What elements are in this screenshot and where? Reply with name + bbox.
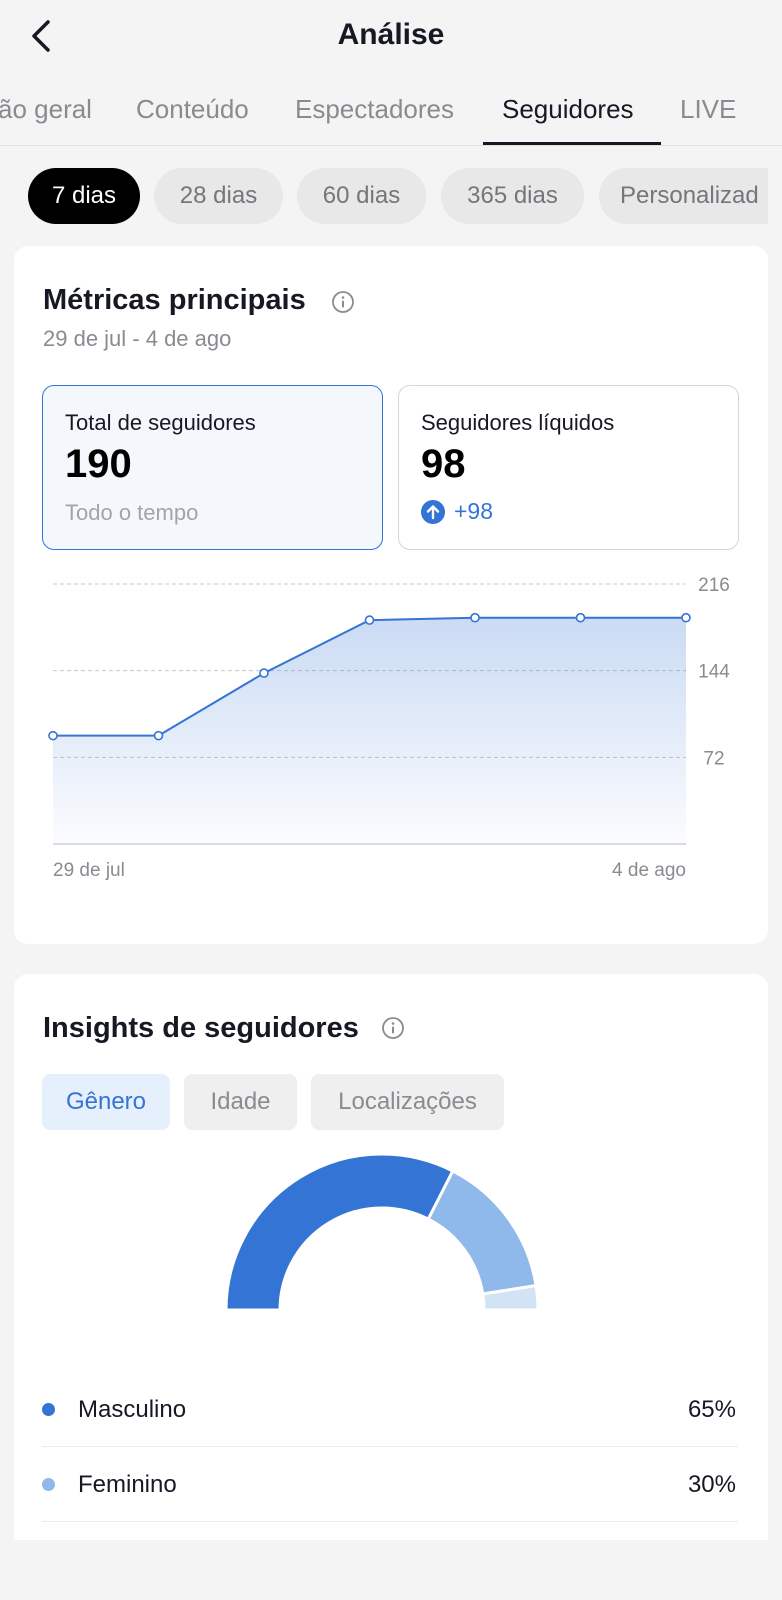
period-28-days[interactable]: 28 dias	[154, 168, 283, 224]
data-point	[575, 612, 586, 623]
legend-row-female: Feminino 30%	[42, 1447, 738, 1522]
period-60-days[interactable]: 60 dias	[297, 168, 426, 224]
tab-bar: ão geral Conteúdo Espectadores Seguidore…	[0, 86, 782, 146]
period-custom[interactable]: Personalizad	[599, 168, 768, 224]
net-followers-value: 98	[421, 442, 466, 486]
period-365-days[interactable]: 365 dias	[441, 168, 584, 224]
total-followers-period: Todo o tempo	[65, 500, 199, 525]
x-label-start: 29 de jul	[53, 860, 125, 881]
donut-segment-male	[224, 1152, 455, 1312]
follower-insights-title: Insights de seguidores	[43, 1012, 359, 1044]
key-metrics-card: Métricas principais 29 de jul - 4 de ago…	[14, 246, 768, 944]
total-followers-value: 190	[65, 442, 132, 486]
y-tick-label: 72	[703, 748, 724, 769]
chart-area	[53, 617, 686, 844]
followers-chart: 72 144 216 29 de jul 4 de ago	[48, 576, 730, 881]
tab-age[interactable]: Idade	[184, 1074, 297, 1130]
total-followers-label: Total de seguidores	[65, 410, 256, 435]
legend-row-male: Masculino 65%	[42, 1372, 738, 1447]
total-followers-card[interactable]: Total de seguidores 190 Todo o tempo	[42, 385, 383, 550]
data-point	[48, 730, 58, 741]
period-selector: 7 dias 28 dias 60 dias 365 dias Personal…	[0, 168, 768, 226]
donut-segment-female	[426, 1168, 538, 1296]
info-icon[interactable]	[331, 290, 355, 314]
tab-gender[interactable]: Gênero	[42, 1074, 170, 1130]
data-point	[153, 730, 164, 741]
data-point	[681, 612, 691, 623]
key-metrics-title: Métricas principais	[43, 284, 306, 316]
legend-dot-male	[42, 1403, 55, 1416]
tab-live[interactable]: LIVE	[680, 94, 736, 125]
net-followers-change: +98	[421, 498, 493, 525]
tab-overview[interactable]: ão geral	[0, 94, 92, 125]
page-title: Análise	[337, 18, 445, 51]
y-tick-label: 216	[698, 576, 730, 596]
data-point	[470, 612, 480, 623]
gender-donut-chart	[224, 1152, 540, 1312]
legend-label-female: Feminino	[78, 1471, 177, 1498]
tab-content[interactable]: Conteúdo	[136, 94, 249, 125]
tab-locations[interactable]: Localizações	[311, 1074, 504, 1130]
net-followers-card[interactable]: Seguidores líquidos 98 +98	[398, 385, 739, 550]
data-point	[364, 615, 375, 625]
header: Análise	[0, 0, 782, 72]
tab-viewers[interactable]: Espectadores	[295, 94, 454, 125]
data-point	[259, 668, 269, 678]
legend-label-male: Masculino	[78, 1396, 187, 1423]
info-icon[interactable]	[381, 1016, 405, 1040]
tab-active-indicator	[483, 142, 661, 145]
tab-followers[interactable]: Seguidores	[502, 94, 634, 125]
arrow-up-circle-icon	[421, 499, 445, 524]
follower-insights-card: Insights de seguidores Gênero Idade Loca…	[14, 974, 768, 1540]
legend-percent-female: 30%	[687, 1471, 736, 1498]
net-followers-label: Seguidores líquidos	[421, 410, 615, 435]
net-followers-change-value: +98	[454, 498, 494, 524]
legend-percent-male: 65%	[687, 1396, 736, 1423]
y-tick-label: 144	[698, 662, 730, 683]
x-label-end: 4 de ago	[612, 860, 686, 881]
date-range: 29 de jul - 4 de ago	[43, 326, 232, 351]
period-7-days[interactable]: 7 dias	[28, 168, 140, 224]
legend-dot-female	[42, 1478, 55, 1491]
